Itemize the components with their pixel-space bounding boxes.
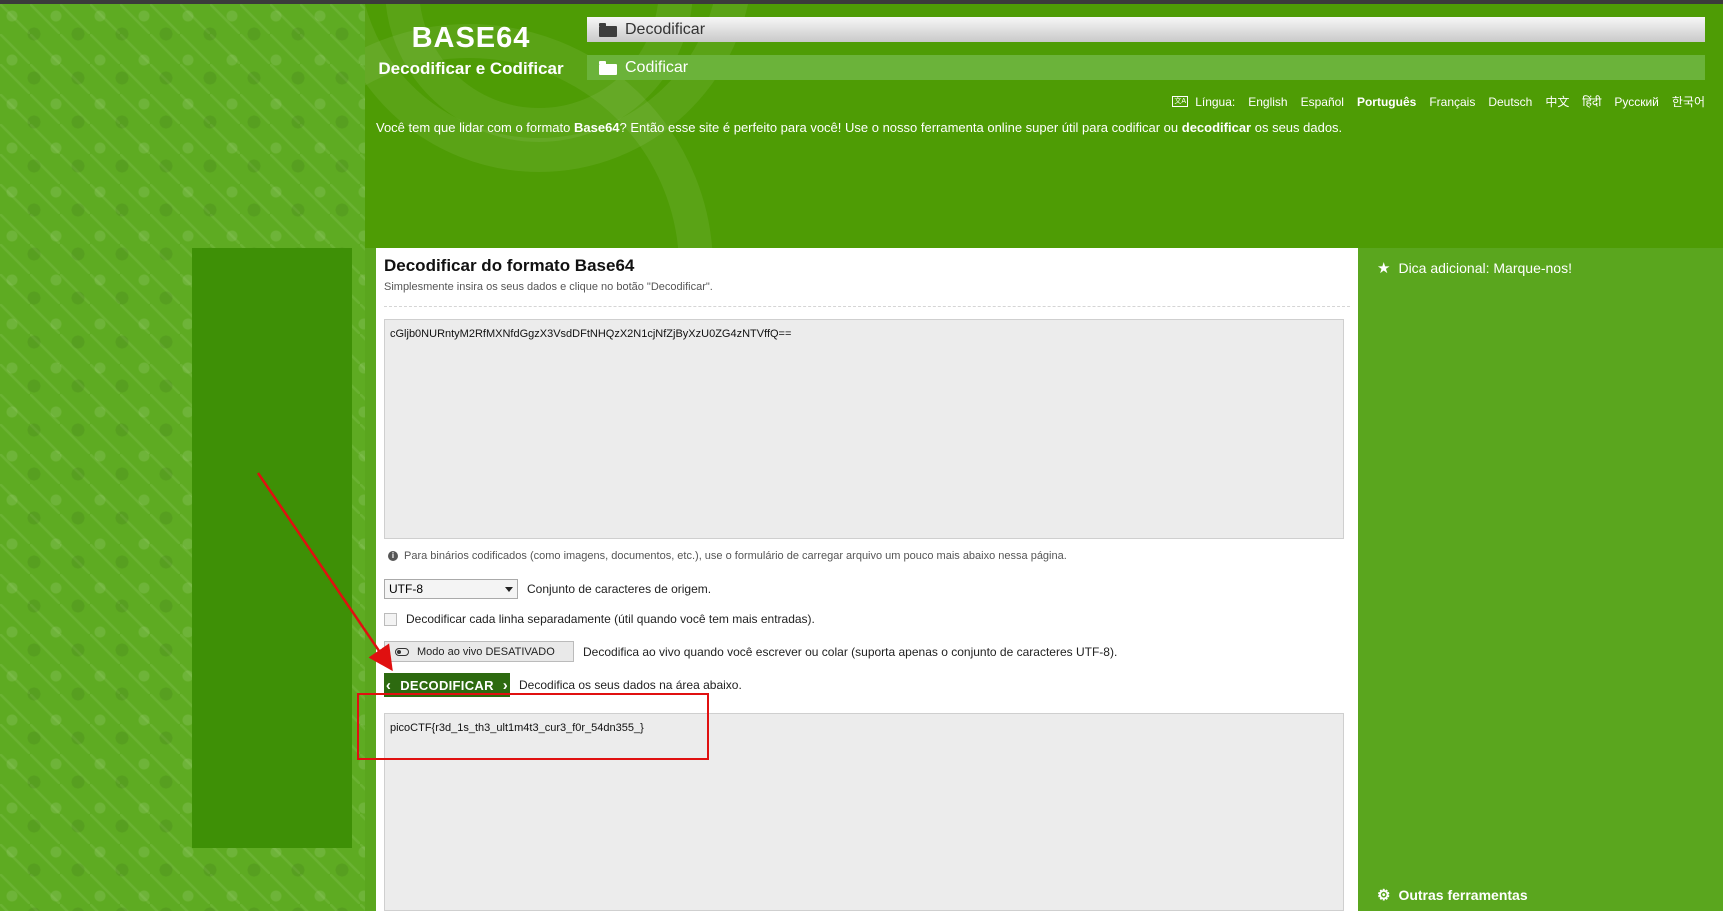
intro-text: Você tem que lidar com o formato Base64?… <box>376 120 1342 135</box>
nav-encode-label: Codificar <box>625 58 689 76</box>
language-korean[interactable]: 한국어 <box>1672 93 1705 110</box>
folder-open-icon <box>599 22 617 37</box>
charset-row: UTF-8 Conjunto de caracteres de origem. <box>384 579 711 599</box>
live-mode-row: Modo ao vivo DESATIVADO Decodifica ao vi… <box>384 641 1117 662</box>
toggle-off-icon <box>395 647 409 656</box>
charset-label: Conjunto de caracteres de origem. <box>527 582 712 596</box>
decode-description: Decodifica os seus dados na área abaixo. <box>519 678 742 692</box>
other-tools-label: Outras ferramentas <box>1398 887 1528 903</box>
gear-icon: ⚙ <box>1377 886 1391 904</box>
decode-button-label: DECODIFICAR <box>400 677 494 693</box>
language-label: Língua: <box>1195 94 1236 109</box>
nav-decode[interactable]: Decodificar <box>587 17 1705 42</box>
binary-hint: i Para binários codificados (como imagen… <box>388 550 1067 562</box>
intro-part-1: Você tem que lidar com o formato <box>376 120 574 135</box>
language-icon: 文A <box>1172 96 1189 107</box>
logo-title: BASE64 <box>411 22 531 54</box>
chevron-right-icon: › <box>502 676 509 694</box>
intro-bold-base64: Base64 <box>573 120 620 135</box>
live-mode-label: Modo ao vivo DESATIVADO <box>417 645 555 658</box>
each-line-checkbox[interactable] <box>384 612 397 626</box>
page-subtitle: Simplesmente insira os seus dados e cliq… <box>384 281 713 293</box>
chevron-down-icon <box>505 586 513 592</box>
intro-bold-decode: decodificar <box>1181 120 1252 135</box>
each-line-label: Decodificar cada linha separadamente (út… <box>406 612 815 626</box>
binary-hint-text: Para binários codificados (como imagens,… <box>404 550 1067 562</box>
language-russian[interactable]: Русский <box>1614 95 1659 109</box>
language-portugues[interactable]: Português <box>1357 95 1416 109</box>
decode-panel: Decodificar do formato Base64 Simplesmen… <box>376 248 1358 911</box>
bookmark-tip-text: Dica adicional: Marque-nos! <box>1398 260 1572 276</box>
ad-placeholder <box>192 248 352 848</box>
charset-select-value: UTF-8 <box>389 582 423 596</box>
charset-select[interactable]: UTF-8 <box>384 579 518 599</box>
divider <box>384 306 1350 307</box>
logo-subtitle: Decodificar e Codificar <box>378 59 564 78</box>
language-deutsch[interactable]: Deutsch <box>1488 95 1532 109</box>
nav-encode[interactable]: Codificar <box>587 55 1705 80</box>
site-logo[interactable]: BASE64 Decodificar e Codificar <box>366 20 576 82</box>
page-title: Decodificar do formato Base64 <box>384 256 635 275</box>
other-tools[interactable]: ⚙ Outras ferramentas <box>1377 887 1528 903</box>
each-line-row: Decodificar cada linha separadamente (út… <box>384 612 815 626</box>
folder-icon <box>599 60 617 75</box>
intro-part-3: os seus dados. <box>1251 120 1343 135</box>
language-selector: 文A Língua: English Español Português Fra… <box>1160 93 1705 110</box>
bookmark-tip[interactable]: ★ Dica adicional: Marque-nos! <box>1377 260 1572 276</box>
language-hindi[interactable]: हिंदी <box>1582 93 1601 110</box>
live-mode-description: Decodifica ao vivo quando você escrever … <box>583 644 1118 659</box>
language-espanol[interactable]: Español <box>1301 95 1344 109</box>
info-icon: i <box>388 551 398 561</box>
star-icon: ★ <box>1377 259 1391 277</box>
language-english[interactable]: English <box>1248 95 1287 109</box>
input-textarea[interactable]: cGljb0NURntyM2RfMXNfdGgzX3VsdDFtNHQzX2N1… <box>384 319 1344 539</box>
chevron-left-icon: ‹ <box>385 676 392 694</box>
annotation-highlight-box <box>357 693 709 760</box>
intro-part-2: ? Então esse site é perfeito para você! … <box>619 120 1182 135</box>
language-francais[interactable]: Français <box>1429 95 1475 109</box>
language-chinese[interactable]: 中文 <box>1545 93 1569 110</box>
live-mode-toggle[interactable]: Modo ao vivo DESATIVADO <box>384 641 574 662</box>
nav-decode-label: Decodificar <box>625 20 706 38</box>
